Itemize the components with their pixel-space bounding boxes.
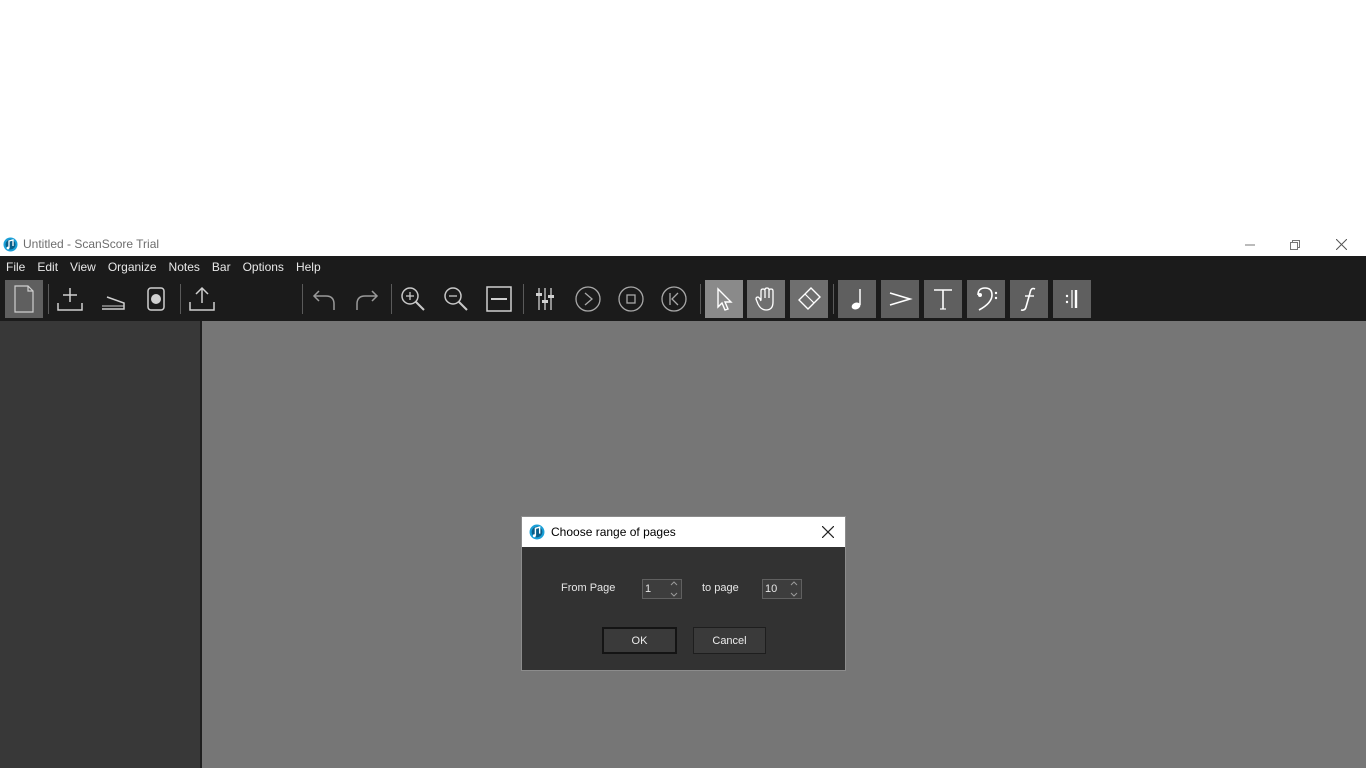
barline-tool-button[interactable] — [1053, 280, 1091, 318]
menu-bar: File Edit View Organize Notes Bar Option… — [0, 256, 1366, 278]
zoom-out-icon — [444, 287, 468, 311]
toolbar-separator — [391, 284, 392, 314]
ok-button[interactable]: OK — [602, 627, 677, 654]
select-tool-button[interactable] — [705, 280, 743, 318]
rewind-button[interactable] — [655, 280, 693, 318]
note-tool-button[interactable] — [838, 280, 876, 318]
zoom-in-button[interactable] — [394, 280, 432, 318]
chevron-down-icon[interactable] — [790, 592, 798, 597]
menu-edit[interactable]: Edit — [37, 260, 58, 274]
hand-tool-button[interactable] — [747, 280, 785, 318]
app-logo-icon — [3, 237, 18, 252]
smartscore-icon — [147, 287, 165, 311]
cancel-button[interactable]: Cancel — [693, 627, 766, 654]
scan-icon — [102, 296, 125, 310]
toolbar-separator — [700, 284, 701, 314]
desktop-area — [0, 0, 1366, 233]
dialog-title: Choose range of pages — [551, 525, 676, 539]
app-window: Untitled - ScanScore Trial File Edit Vie… — [0, 233, 1366, 768]
mixer-icon — [536, 288, 554, 310]
zoom-in-icon — [401, 287, 425, 311]
chevron-up-icon[interactable] — [790, 581, 798, 586]
restore-button[interactable] — [1272, 233, 1318, 256]
toolbar-separator — [302, 284, 303, 314]
to-page-label: to page — [702, 582, 739, 594]
dialog-close-button[interactable] — [818, 522, 838, 542]
window-title: Untitled - ScanScore Trial — [23, 237, 160, 251]
title-bar: Untitled - ScanScore Trial — [0, 233, 1366, 256]
undo-icon — [312, 290, 335, 310]
eraser-icon — [798, 287, 821, 310]
barline-icon — [1065, 290, 1078, 308]
app-logo-icon — [529, 524, 545, 540]
to-page-spinbox[interactable] — [762, 579, 802, 599]
menu-options[interactable]: Options — [243, 260, 284, 274]
menu-view[interactable]: View — [70, 260, 96, 274]
menu-bar-menu[interactable]: Bar — [212, 260, 231, 274]
to-page-stepper[interactable] — [789, 581, 799, 597]
from-page-input[interactable] — [645, 582, 669, 596]
note-icon — [851, 289, 861, 310]
add-import-icon — [57, 288, 83, 311]
rewind-icon — [661, 286, 687, 312]
add-import-button[interactable] — [51, 280, 89, 318]
menu-organize[interactable]: Organize — [108, 260, 157, 274]
new-document-icon — [14, 285, 34, 313]
from-page-label: From Page — [561, 582, 616, 594]
mixer-button[interactable] — [526, 280, 564, 318]
dialog-title-bar: Choose range of pages — [522, 517, 845, 547]
toolbar-separator — [523, 284, 524, 314]
toolbar-separator — [48, 284, 49, 314]
fit-width-button[interactable] — [480, 280, 518, 318]
play-icon — [575, 286, 601, 312]
fit-width-icon — [486, 286, 512, 312]
pages-sidebar — [0, 321, 200, 768]
menu-file[interactable]: File — [6, 260, 25, 274]
smartscore-button[interactable] — [137, 280, 175, 318]
redo-icon — [356, 290, 379, 310]
toolbar-separator — [180, 284, 181, 314]
dynamics-icon — [1020, 287, 1036, 311]
redo-button[interactable] — [348, 280, 386, 318]
toolbar — [0, 278, 1366, 321]
close-icon — [822, 526, 834, 538]
chevron-down-icon[interactable] — [670, 592, 678, 597]
scan-button[interactable] — [94, 280, 132, 318]
select-icon — [717, 287, 733, 311]
close-window-button[interactable] — [1318, 233, 1364, 256]
from-page-spinbox[interactable] — [642, 579, 682, 599]
accent-tool-button[interactable] — [881, 280, 919, 318]
from-page-stepper[interactable] — [669, 581, 679, 597]
export-icon — [189, 286, 215, 311]
export-button[interactable] — [183, 280, 221, 318]
toolbar-separator — [833, 284, 834, 314]
restore-icon — [1290, 239, 1300, 250]
menu-notes[interactable]: Notes — [169, 260, 200, 274]
to-page-input[interactable] — [765, 582, 789, 596]
accent-icon — [889, 292, 913, 306]
clef-tool-button[interactable] — [967, 280, 1005, 318]
play-button[interactable] — [569, 280, 607, 318]
minimize-button[interactable] — [1227, 233, 1273, 256]
dynamics-tool-button[interactable] — [1010, 280, 1048, 318]
text-tool-button[interactable] — [924, 280, 962, 318]
page-range-dialog: Choose range of pages From Page to page … — [521, 516, 846, 671]
chevron-up-icon[interactable] — [670, 581, 678, 586]
stop-icon — [618, 286, 644, 312]
hand-icon — [755, 287, 774, 311]
undo-button[interactable] — [305, 280, 343, 318]
menu-help[interactable]: Help — [296, 260, 321, 274]
clef-icon — [977, 287, 998, 311]
zoom-out-button[interactable] — [437, 280, 475, 318]
eraser-tool-button[interactable] — [790, 280, 828, 318]
close-icon — [1335, 239, 1347, 250]
minimize-icon — [1245, 244, 1255, 245]
text-icon — [934, 289, 952, 310]
stop-button[interactable] — [612, 280, 650, 318]
new-document-button[interactable] — [5, 280, 43, 318]
